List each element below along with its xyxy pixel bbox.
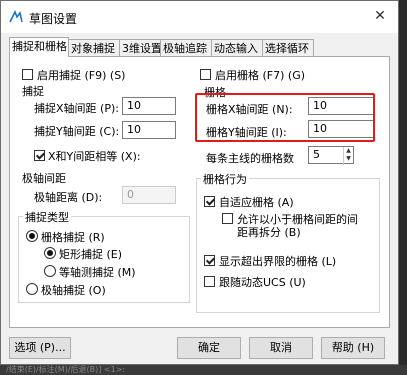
snap-x-spacing-input[interactable]: 10 <box>122 97 176 115</box>
grid-snap-label: 栅格捕捉 (R) <box>41 231 105 244</box>
polar-snap-radio[interactable] <box>26 283 38 295</box>
drafting-settings-icon <box>9 10 23 23</box>
polar-spacing-group-title: 极轴间距 <box>22 172 66 185</box>
rect-snap-label: 矩形捕捉 (E) <box>59 248 123 261</box>
tab-snap-grid[interactable]: 捕捉和栅格 <box>9 37 69 57</box>
enable-snap-checkbox[interactable] <box>22 69 33 80</box>
spinner-arrows[interactable]: ▲ ▼ <box>343 147 353 165</box>
follow-dynamic-ucs-label: 跟随动态UCS (U) <box>219 276 306 289</box>
command-line-background: /结束(E)/标注(M)/后退(B)] <1>: <box>0 365 407 375</box>
major-line-spinner[interactable]: 5 ▲ ▼ <box>308 146 354 165</box>
tab-3d-settings[interactable]: 3维设置 <box>119 39 162 56</box>
enable-snap-label: 启用捕捉 (F9) (S) <box>37 69 126 82</box>
polar-snap-label: 极轴捕捉 (O) <box>41 284 106 297</box>
highlight-annotation-box <box>195 93 375 142</box>
spin-up-icon[interactable]: ▲ <box>344 147 353 155</box>
window-title: 草图设置 <box>29 12 78 26</box>
title-bar: 草图设置 ✕ <box>1 1 398 33</box>
drafting-settings-dialog: 草图设置 ✕ 捕捉和栅格 对象捕捉 3维设置 极轴追踪 动态输入 选择循环 启用… <box>0 0 399 365</box>
equal-xy-spacing-checkbox[interactable] <box>34 150 45 161</box>
follow-dynamic-ucs-checkbox[interactable] <box>204 276 215 287</box>
tab-polar-tracking[interactable]: 极轴追踪 <box>160 39 212 56</box>
major-line-value: 5 <box>313 148 320 161</box>
close-button[interactable]: ✕ <box>366 5 394 27</box>
iso-snap-label: 等轴测捕捉 (M) <box>59 266 136 279</box>
equal-xy-spacing-label: X和Y间距相等 (X): <box>48 150 141 163</box>
major-line-label: 每条主线的栅格数 <box>206 152 294 165</box>
snap-group-title: 捕捉 <box>22 85 44 98</box>
snap-y-spacing-label: 捕捉Y轴间距 (C): <box>34 125 120 138</box>
spin-down-icon[interactable]: ▼ <box>344 155 353 163</box>
display-beyond-limits-label: 显示超出界限的栅格 (L) <box>219 255 337 268</box>
display-beyond-limits-checkbox[interactable] <box>204 255 215 266</box>
allow-subdivide-label-line2: 距再拆分 (B) <box>237 226 301 239</box>
iso-snap-radio[interactable] <box>44 265 56 277</box>
snap-y-spacing-input[interactable]: 10 <box>122 121 176 139</box>
tab-object-snap[interactable]: 对象捕捉 <box>68 39 120 56</box>
enable-grid-label: 启用栅格 (F7) (G) <box>215 69 306 82</box>
ok-button[interactable]: 确定 <box>177 337 241 359</box>
options-button[interactable]: 选项 (P)... <box>9 337 71 359</box>
polar-distance-input[interactable]: 0 <box>122 186 176 204</box>
grid-behavior-group-title: 栅格行为 <box>201 171 249 187</box>
snap-type-group-title: 捕捉类型 <box>23 209 71 225</box>
help-button[interactable]: 帮助 (H) <box>321 337 385 359</box>
grid-snap-radio[interactable] <box>26 230 38 242</box>
adaptive-grid-label: 自适应栅格 (A) <box>219 196 294 209</box>
cancel-button[interactable]: 取消 <box>249 337 313 359</box>
enable-grid-checkbox[interactable] <box>200 69 211 80</box>
allow-subdivide-checkbox[interactable] <box>222 213 233 224</box>
tab-dynamic-input[interactable]: 动态输入 <box>211 39 263 56</box>
polar-distance-label: 极轴距离 (D): <box>34 191 103 204</box>
rect-snap-radio[interactable] <box>44 247 56 259</box>
adaptive-grid-checkbox[interactable] <box>204 196 215 207</box>
tab-selection-cycling[interactable]: 选择循环 <box>262 39 314 56</box>
snap-x-spacing-label: 捕捉X轴间距 (P): <box>34 102 119 115</box>
